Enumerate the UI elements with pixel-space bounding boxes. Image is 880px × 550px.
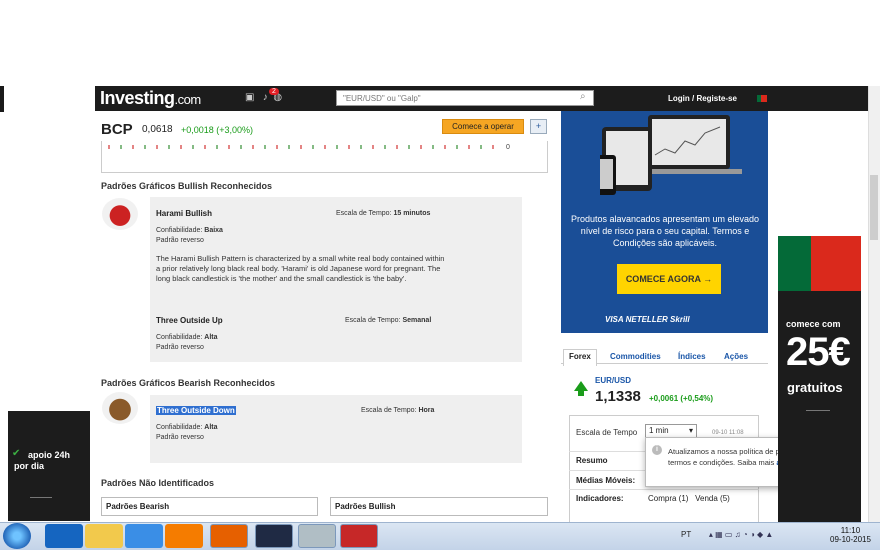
summary-row-label: Resumo — [576, 456, 608, 465]
forex-pair-link[interactable]: EUR/USD — [595, 376, 631, 385]
chart-app-taskbar-icon[interactable] — [255, 524, 293, 548]
moving-averages-label: Médias Móveis: — [576, 476, 636, 485]
indicators-values: Compra (1) Venda (5) — [648, 494, 730, 503]
selected-text: Three Outside Down — [156, 406, 236, 415]
divider — [30, 497, 52, 498]
payment-logos: VISA NETELLER Skrill — [605, 315, 690, 324]
system-tray-icons[interactable]: ▴ ▦ ▭ ♫ ◔ ◑ ◆ ▲ — [700, 530, 773, 539]
firefox-taskbar-icon[interactable] — [210, 524, 248, 548]
pattern-timeframe: Escala de Tempo: 15 minutos — [336, 210, 431, 217]
tab-forex[interactable]: Forex — [563, 349, 597, 366]
scrollbar-thumb[interactable] — [870, 175, 878, 240]
tab-commodities[interactable]: Commodities — [610, 352, 661, 361]
arrow-right-icon: → — [703, 274, 713, 284]
bullish-patterns-header: Padrões Bullish — [330, 497, 548, 516]
outlook-taskbar-icon[interactable] — [45, 524, 83, 548]
stock-symbol: BCP — [101, 121, 133, 138]
pattern-type: Padrão reverso — [156, 237, 204, 244]
bull-icon — [102, 198, 138, 230]
pattern-reliability: Confiabilidade: Alta — [156, 424, 218, 431]
left-ad-text: apoio 24h por dia — [14, 450, 71, 471]
login-link[interactable]: Login / Registe-se — [668, 94, 737, 103]
bearish-section-title: Padrões Gráficos Bearish Reconhecidos — [101, 378, 276, 388]
calculator-taskbar-icon[interactable] — [298, 524, 336, 548]
bullish-section-title: Padrões Gráficos Bullish Reconhecidos — [101, 181, 273, 191]
pattern-reliability: Confiabilidade: Baixa — [156, 227, 223, 234]
pdf-reader-taskbar-icon[interactable] — [340, 524, 378, 548]
media-player-taskbar-icon[interactable] — [165, 524, 203, 548]
right-ad-amount: 25€ — [786, 330, 851, 374]
vertical-scrollbar[interactable] — [868, 86, 880, 522]
stock-change: +0,0018 (+3,00%) — [181, 125, 254, 135]
indicators-label: Indicadores: — [576, 494, 624, 503]
bearish-patterns-header: Padrões Bearish — [101, 497, 318, 516]
unidentified-section-title: Padrões Não Identificados — [101, 478, 215, 488]
divider — [569, 489, 759, 490]
pattern-type: Padrão reverso — [156, 344, 204, 351]
internet-explorer-taskbar-icon[interactable] — [125, 524, 163, 548]
pattern-name[interactable]: Harami Bullish — [156, 209, 212, 218]
right-ad-free-text: gratuitos — [787, 380, 843, 395]
timeframe-label: Escala de Tempo — [576, 428, 638, 437]
pattern-name[interactable]: Three Outside Up — [156, 316, 223, 325]
chevron-down-icon: ▾ — [688, 426, 693, 435]
tab-indices[interactable]: Índices — [678, 352, 706, 361]
logo-text: Investing — [100, 88, 175, 108]
bear-icon — [102, 392, 138, 424]
forex-value: 1,1338 — [595, 388, 641, 405]
portugal-flag-banner — [778, 236, 861, 291]
tab-stocks[interactable]: Ações — [724, 352, 748, 361]
pattern-name[interactable]: Three Outside Down — [156, 406, 236, 415]
devices-illustration — [600, 115, 742, 195]
explorer-taskbar-icon[interactable] — [85, 524, 123, 548]
start-button[interactable] — [3, 523, 31, 549]
blank-top-area — [0, 0, 880, 86]
search-icon[interactable]: ⌕ — [580, 91, 586, 102]
search-input[interactable]: "EUR/USD" ou "Galp" — [336, 90, 594, 106]
language-indicator[interactable]: PT — [681, 530, 691, 539]
ad-disclaimer: Produtos alavancados apresentam um eleva… — [570, 214, 760, 248]
notification-badge: 2 — [269, 88, 279, 95]
portugal-flag-icon[interactable] — [757, 95, 767, 102]
pattern-description: The Harami Bullish Pattern is characteri… — [156, 254, 445, 283]
right-ad-begin-text: comece com — [786, 319, 841, 329]
info-icon: i — [652, 445, 662, 455]
stock-price: 0,0618 — [142, 124, 173, 135]
pattern-timeframe: Escala de Tempo: Hora — [361, 407, 435, 414]
up-arrow-stem — [578, 390, 584, 396]
divider — [806, 410, 830, 411]
pattern-reliability: Confiabilidade: Alta — [156, 334, 218, 341]
start-now-button[interactable]: COMECE AGORA → — [617, 264, 721, 294]
candle-markers — [108, 145, 498, 149]
briefcase-icon[interactable]: ▣ — [245, 92, 254, 103]
forex-timestamp: 09-10 11:08 — [712, 430, 744, 436]
site-logo[interactable]: Investing.com — [100, 88, 201, 109]
bell-icon[interactable]: ♪ — [263, 92, 268, 103]
pattern-type: Padrão reverso — [156, 434, 204, 441]
system-clock[interactable]: 11:10 09-10-2015 — [830, 526, 871, 544]
forex-change: +0,0061 (+0,54%) — [649, 394, 714, 403]
start-trading-button[interactable]: Comece a operar — [442, 119, 524, 134]
chart-axis-label: 0 — [506, 144, 510, 151]
timeframe-select[interactable]: 1 min ▾ — [645, 424, 697, 438]
logo-suffix: .com — [174, 92, 202, 107]
add-portfolio-icon[interactable]: + — [530, 119, 547, 134]
pattern-timeframe: Escala de Tempo: Semanal — [345, 317, 432, 324]
left-edge-strip — [0, 86, 4, 112]
